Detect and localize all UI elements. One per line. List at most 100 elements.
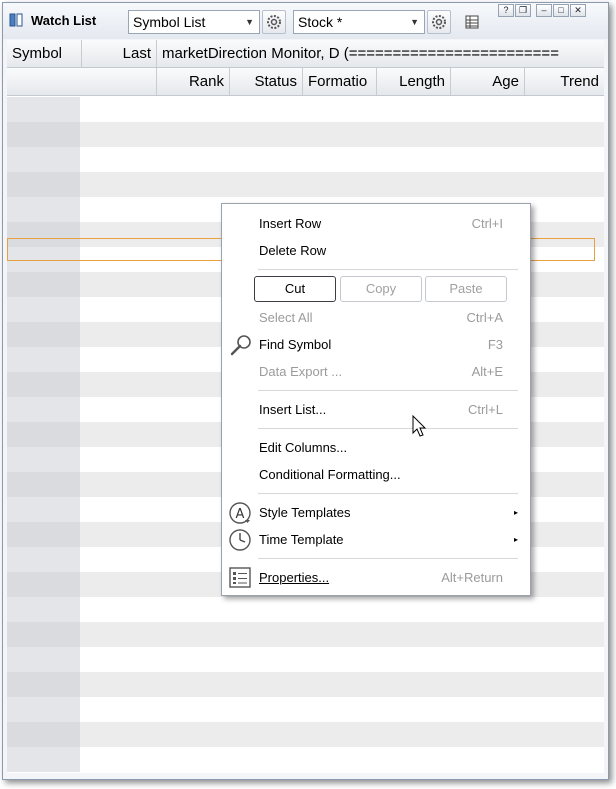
properties-icon	[228, 566, 254, 590]
symbol-cell[interactable]	[7, 447, 80, 472]
symbol-cell[interactable]	[7, 397, 80, 422]
type-combo-value: Stock *	[298, 14, 343, 30]
menu-separator	[258, 493, 518, 494]
symbol-list-combo-value: Symbol List	[133, 14, 206, 30]
menu-item-properties[interactable]: Properties... Alt+Return	[222, 566, 530, 590]
symbol-cell[interactable]	[7, 547, 80, 572]
gear-icon	[267, 15, 281, 29]
list-settings-button[interactable]	[262, 10, 286, 34]
watchlist-app-icon	[9, 13, 23, 27]
chevron-down-icon: ▼	[410, 17, 419, 27]
symbol-cell[interactable]	[7, 347, 80, 372]
table-row[interactable]	[7, 97, 604, 122]
minimize-icon: –	[541, 5, 547, 15]
submenu-arrow-icon: ▸	[513, 508, 518, 517]
header-row-2: Rank Status Formatio Length Age Trend	[7, 68, 604, 96]
cut-button[interactable]: Cut	[254, 276, 336, 302]
paste-button[interactable]: Paste	[425, 276, 507, 302]
table-row[interactable]	[7, 122, 604, 147]
menu-label: Style Templates	[259, 505, 351, 520]
table-row[interactable]	[7, 172, 604, 197]
table-row[interactable]	[7, 622, 604, 647]
window-title: Watch List	[31, 13, 97, 28]
menu-label: Insert List...	[259, 402, 327, 417]
style-template-icon: A	[228, 501, 254, 525]
table-row[interactable]	[7, 647, 604, 672]
svg-text:A: A	[236, 507, 245, 522]
column-header-age[interactable]: Age	[451, 68, 525, 95]
symbol-cell[interactable]	[7, 572, 80, 597]
chevron-down-icon: ▼	[245, 17, 254, 27]
table-row[interactable]	[7, 747, 604, 772]
column-header-length[interactable]: Length	[377, 68, 451, 95]
symbol-cell[interactable]	[7, 497, 80, 522]
magnifier-icon	[228, 333, 254, 357]
symbol-cell[interactable]	[7, 722, 80, 747]
columns-button[interactable]	[460, 10, 484, 34]
menu-item-data-export[interactable]: Data Export ... Alt+E	[222, 360, 530, 384]
copy-button[interactable]: Copy	[340, 276, 422, 302]
type-combo[interactable]: Stock * ▼	[293, 10, 425, 34]
menu-item-insert-list[interactable]: Insert List... Ctrl+L	[222, 398, 530, 422]
symbol-list-combo[interactable]: Symbol List ▼	[128, 10, 260, 34]
symbol-cell[interactable]	[7, 122, 80, 147]
mouse-pointer-icon	[412, 414, 428, 444]
column-header-trend[interactable]: Trend	[525, 68, 604, 95]
maximize-button[interactable]: □	[553, 4, 569, 17]
menu-separator	[258, 269, 518, 270]
title-bar: Watch List Symbol List ▼ Stock * ▼ ? ❐ –…	[3, 3, 608, 39]
menu-label: Insert Row	[259, 216, 322, 231]
menu-item-find-symbol[interactable]: Find Symbol F3	[222, 333, 530, 357]
column-header-symbol[interactable]: Symbol	[7, 40, 82, 67]
type-settings-button[interactable]	[427, 10, 451, 34]
table-row[interactable]	[7, 697, 604, 722]
column-header-formation[interactable]: Formatio	[303, 68, 377, 95]
menu-separator	[258, 390, 518, 391]
menu-item-delete-row[interactable]: Delete Row	[222, 239, 530, 263]
symbol-cell[interactable]	[7, 597, 80, 622]
menu-item-edit-columns[interactable]: Edit Columns...	[222, 436, 530, 460]
menu-shortcut: Ctrl+I	[471, 216, 503, 231]
table-row[interactable]	[7, 147, 604, 172]
table-row[interactable]	[7, 597, 604, 622]
column-header-study[interactable]: marketDirection Monitor, D (============…	[157, 40, 604, 67]
symbol-cell[interactable]	[7, 472, 80, 497]
symbol-cell[interactable]	[7, 622, 80, 647]
symbol-cell[interactable]	[7, 522, 80, 547]
minimize-button[interactable]: –	[536, 4, 552, 17]
menu-label: Edit Columns...	[259, 440, 348, 455]
menu-label: Data Export ...	[259, 364, 343, 379]
symbol-cell[interactable]	[7, 172, 80, 197]
menu-label: Conditional Formatting...	[259, 467, 401, 482]
symbol-cell[interactable]	[7, 197, 80, 222]
menu-item-conditional-formatting[interactable]: Conditional Formatting...	[222, 463, 530, 487]
header-row-1: Symbol Last marketDirection Monitor, D (…	[7, 40, 604, 68]
menu-item-time-template[interactable]: Time Template ▸	[222, 528, 530, 552]
column-header-rank[interactable]: Rank	[157, 68, 230, 95]
symbol-cell[interactable]	[7, 272, 80, 297]
table-row[interactable]	[7, 722, 604, 747]
menu-label: Time Template	[259, 532, 344, 547]
symbol-cell[interactable]	[7, 147, 80, 172]
menu-label: Find Symbol	[259, 337, 332, 352]
symbol-cell[interactable]	[7, 322, 80, 347]
table-row[interactable]	[7, 672, 604, 697]
symbol-cell[interactable]	[7, 422, 80, 447]
restore-button[interactable]: ❐	[515, 4, 531, 17]
symbol-cell[interactable]	[7, 297, 80, 322]
symbol-cell[interactable]	[7, 372, 80, 397]
column-header-last[interactable]: Last	[82, 40, 157, 67]
help-button[interactable]: ?	[498, 4, 514, 17]
menu-item-style-templates[interactable]: A Style Templates ▸	[222, 501, 530, 525]
column-header-status[interactable]: Status	[230, 68, 303, 95]
symbol-cell[interactable]	[7, 747, 80, 772]
symbol-cell[interactable]	[7, 672, 80, 697]
symbol-cell[interactable]	[7, 647, 80, 672]
menu-item-insert-row[interactable]: Insert Row Ctrl+I	[222, 212, 530, 236]
symbol-cell[interactable]	[7, 97, 80, 122]
table-icon	[465, 15, 479, 29]
menu-label: Select All	[259, 310, 313, 325]
symbol-cell[interactable]	[7, 697, 80, 722]
close-button[interactable]: ✕	[570, 4, 586, 17]
menu-item-select-all[interactable]: Select All Ctrl+A	[222, 306, 530, 330]
